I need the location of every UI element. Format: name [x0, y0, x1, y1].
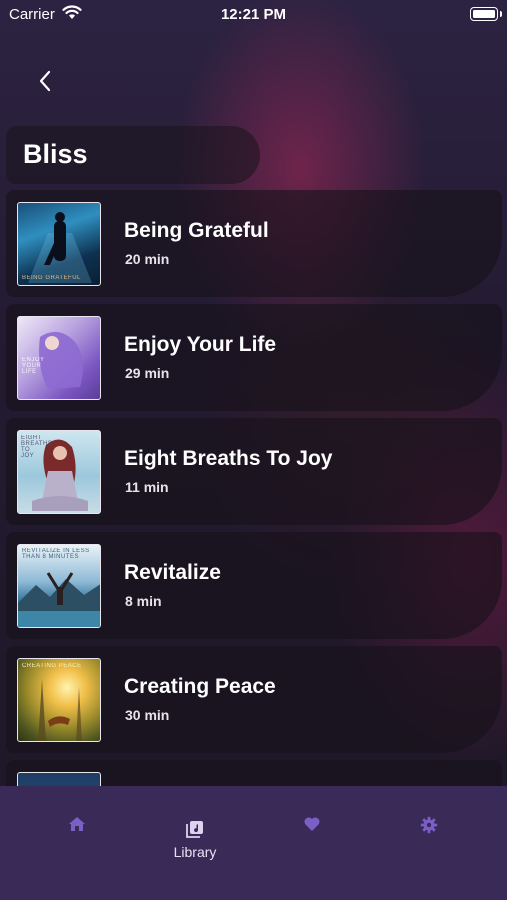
thumbnail-caption: BEING GRATEFUL	[22, 275, 81, 281]
session-title: Being Grateful	[124, 219, 269, 242]
session-card[interactable]: ENJOY YOUR LIFE Enjoy Your Life 29 min	[6, 304, 502, 411]
gear-icon	[420, 816, 438, 834]
back-button[interactable]	[30, 64, 60, 98]
heart-icon	[304, 817, 320, 831]
tab-label-library: Library	[173, 844, 217, 860]
session-title: Creating Peace	[124, 675, 276, 698]
tab-favorites[interactable]	[272, 816, 352, 838]
session-title: Eight Breaths To Joy	[124, 447, 333, 470]
session-card[interactable]: CREATING PEACE Creating Peace 30 min	[6, 646, 502, 753]
session-title: Enjoy Your Life	[124, 333, 277, 356]
thumbnail-caption: REVITALIZE IN LESS THAN 8 MINUTES	[22, 548, 90, 560]
home-icon	[69, 817, 85, 831]
tab-library[interactable]: Library	[155, 820, 235, 860]
session-thumbnail: EIGHT BREATHS TO JOY	[17, 430, 101, 514]
session-duration: 8 min	[125, 593, 162, 609]
thumbnail-caption: CREATING PEACE	[22, 663, 82, 669]
page-title: Bliss	[23, 139, 88, 169]
thumbnail-caption: EIGHT BREATHS TO JOY	[21, 435, 53, 459]
library-icon	[186, 821, 203, 838]
session-thumbnail: ENJOY YOUR LIFE	[17, 316, 101, 400]
chevron-left-icon	[39, 70, 51, 92]
session-title: Revitalize	[124, 561, 221, 584]
thumbnail-caption: ENJOY YOUR LIFE	[22, 357, 45, 375]
session-thumbnail: REVITALIZE IN LESS THAN 8 MINUTES	[17, 544, 101, 628]
session-duration: 30 min	[125, 707, 170, 723]
session-duration: 11 min	[125, 479, 169, 495]
session-duration: 20 min	[125, 251, 170, 267]
session-card[interactable]: BEING GRATEFUL Being Grateful 20 min	[6, 190, 502, 297]
clock: 12:21 PM	[220, 6, 287, 23]
session-card[interactable]: EIGHT BREATHS TO JOY Eight Breaths To Jo…	[6, 418, 502, 525]
tab-home[interactable]	[37, 816, 117, 838]
session-duration: 29 min	[125, 365, 170, 381]
tab-bar: Library	[0, 786, 507, 900]
status-bar: Carrier 12:21 PM	[0, 0, 507, 30]
session-thumbnail: CREATING PEACE	[17, 658, 101, 742]
session-thumbnail: BEING GRATEFUL	[17, 202, 101, 286]
tab-settings[interactable]	[389, 816, 469, 840]
title-bar: Bliss	[6, 126, 260, 184]
battery-icon	[470, 7, 502, 21]
session-card[interactable]: REVITALIZE IN LESS THAN 8 MINUTES Revita…	[6, 532, 502, 639]
